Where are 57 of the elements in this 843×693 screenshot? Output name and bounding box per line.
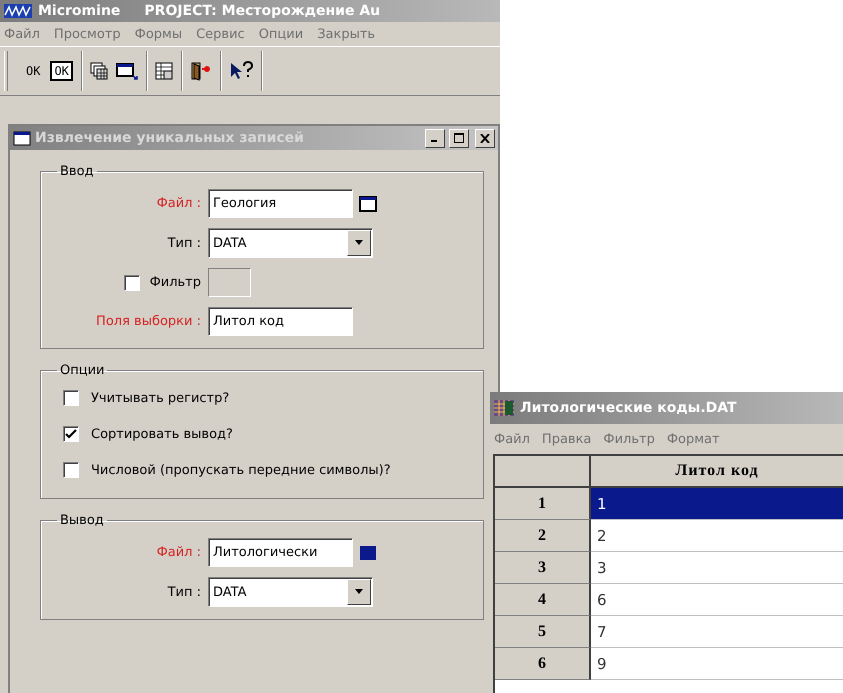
filter-field[interactable] [208, 268, 251, 297]
file-field[interactable]: Геология [208, 189, 353, 218]
close-icon [480, 134, 490, 142]
dropdown-button[interactable] [347, 579, 371, 605]
checkmark-icon [65, 429, 77, 439]
corner-header-cell[interactable] [495, 456, 591, 488]
project-title: PROJECT: Месторождение Au [144, 3, 380, 19]
minimize-button[interactable] [425, 128, 445, 148]
group-label: Опции [59, 363, 106, 378]
checkbox-label: Учитывать регистр? [91, 390, 230, 406]
option-checkbox[interactable] [63, 390, 79, 406]
file-field[interactable]: Литологически [208, 538, 353, 567]
checkbox-label: Числовой (пропускать передние символы)? [91, 462, 391, 478]
row-header[interactable]: 5 [495, 616, 591, 648]
option-checkbox[interactable] [63, 462, 79, 478]
table-icon[interactable] [154, 62, 173, 80]
window-arrow-icon[interactable] [116, 62, 138, 80]
row-header[interactable]: 1 [495, 488, 591, 520]
door-exit-icon[interactable] [190, 61, 212, 81]
row-header[interactable]: 6 [495, 648, 591, 680]
row-header[interactable]: 3 [495, 552, 591, 584]
dropdown-arrow-icon [354, 589, 364, 595]
close-button[interactable] [475, 128, 495, 148]
field-label: Тип : [168, 236, 201, 250]
type-dropdown[interactable]: DATA [208, 228, 373, 258]
maximize-button[interactable] [449, 128, 469, 148]
ok-button[interactable]: OK [24, 64, 42, 78]
app-title: Micromine [38, 3, 120, 19]
wave-logo-icon [4, 4, 32, 18]
row-header[interactable]: 4 [495, 584, 591, 616]
table-cell[interactable]: 1 [591, 488, 843, 520]
dropdown-arrow-icon [354, 240, 364, 246]
window-title: Литологические коды.DAT [520, 400, 737, 416]
group-label: Вывод [59, 513, 105, 528]
type-dropdown[interactable]: DATA [208, 577, 373, 607]
option-checkbox[interactable] [63, 426, 79, 442]
window-icon [13, 130, 31, 146]
fields-field[interactable]: Литол код [208, 307, 353, 336]
dropdown-button[interactable] [347, 230, 371, 256]
group-label: Ввод [59, 164, 95, 179]
help-pointer-icon[interactable] [228, 61, 253, 81]
data-grid-icon [494, 400, 514, 416]
row-header[interactable]: 2 [495, 520, 591, 552]
field-label: Тип : [168, 584, 201, 600]
ok-button[interactable]: OK [50, 61, 73, 81]
checkbox-label: Фильтр [150, 275, 201, 290]
filter-checkbox[interactable] [124, 274, 140, 290]
checkbox-label: Сортировать вывод? [91, 426, 233, 442]
window-icon[interactable] [359, 196, 377, 212]
field-label: Поля выборки : [96, 314, 201, 329]
windows-icon[interactable] [90, 62, 108, 80]
dialog-title: Извлечение уникальных записей [35, 130, 305, 146]
field-label: Файл : [156, 196, 201, 211]
column-header[interactable]: Литол код [591, 456, 843, 488]
maximize-icon [454, 133, 464, 143]
filled-square-icon[interactable] [359, 544, 377, 560]
field-label: Файл : [156, 545, 201, 560]
